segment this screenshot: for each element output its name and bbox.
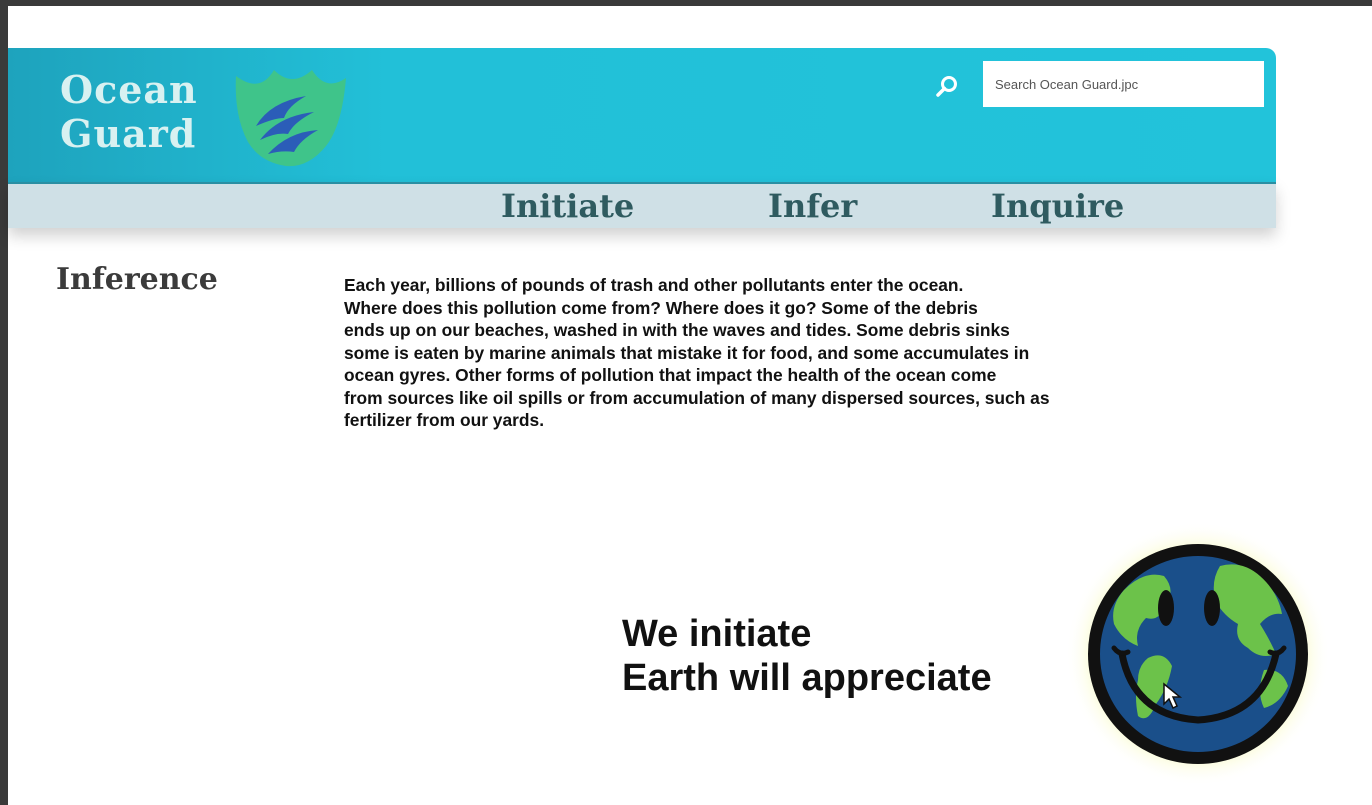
main-nav: Initiate Infer Inquire — [8, 182, 1276, 228]
wave-shield-icon[interactable] — [230, 66, 346, 170]
search-icon[interactable] — [934, 74, 960, 100]
smiling-earth-icon — [1066, 522, 1330, 786]
slogan: We initiate Earth will appreciate — [622, 612, 992, 700]
paragraph-line: fertilizer from our yards. — [344, 410, 545, 430]
slogan-line-2: Earth will appreciate — [622, 657, 992, 699]
nav-item-initiate[interactable]: Initiate — [501, 186, 634, 226]
page-title: Inference — [56, 262, 218, 297]
logo-line-2: Guard — [60, 111, 197, 156]
paragraph-line: ends up on our beaches, washed in with t… — [344, 320, 1010, 340]
nav-item-inquire[interactable]: Inquire — [991, 186, 1124, 226]
search-input[interactable] — [983, 61, 1264, 107]
nav-item-infer[interactable]: Infer — [768, 186, 857, 226]
site-header: Ocean Guard — [8, 48, 1276, 182]
slogan-line-1: We initiate — [622, 613, 812, 655]
logo-line-1: Ocean — [60, 67, 198, 112]
inference-paragraph: Each year, billions of pounds of trash a… — [344, 274, 1224, 432]
paragraph-line: Each year, billions of pounds of trash a… — [344, 275, 964, 295]
paragraph-line: ocean gyres. Other forms of pollution th… — [344, 365, 997, 385]
site-logo-text[interactable]: Ocean Guard — [60, 68, 198, 156]
paragraph-line: some is eaten by marine animals that mis… — [344, 342, 1030, 363]
paragraph-line: from sources like oil spills or from acc… — [344, 387, 1050, 408]
paragraph-line: Where does this pollution come from? Whe… — [344, 297, 978, 318]
